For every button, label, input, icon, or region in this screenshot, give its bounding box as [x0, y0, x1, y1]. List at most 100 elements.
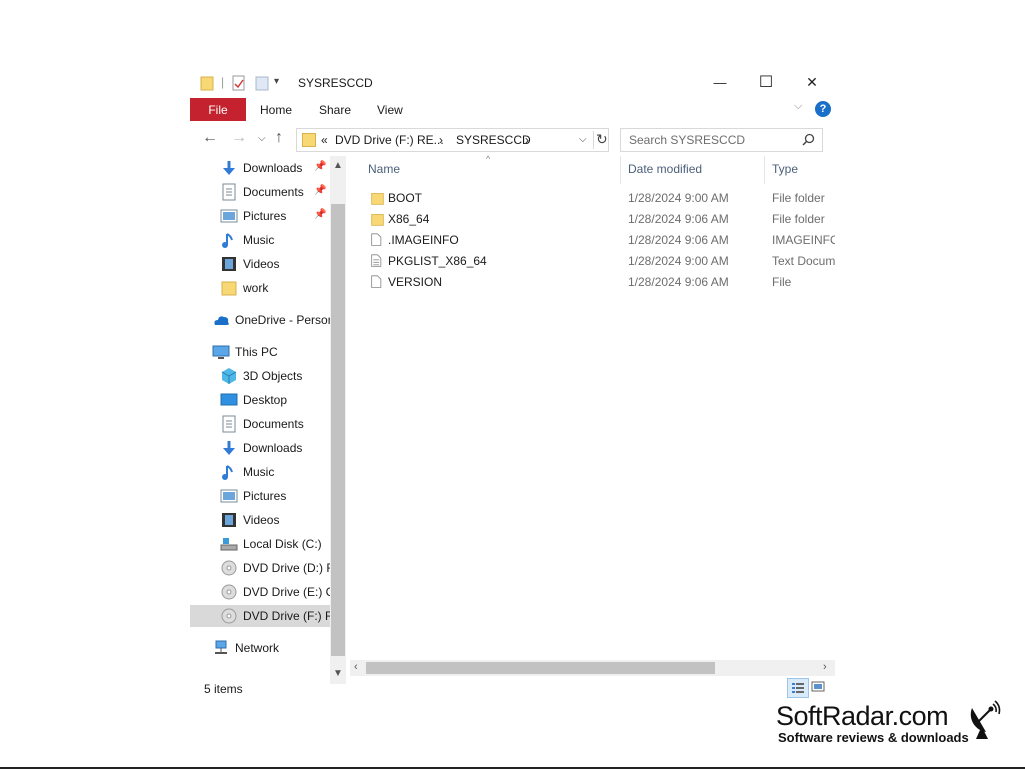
- scroll-up-icon[interactable]: ▲: [333, 160, 343, 171]
- close-icon: ✕: [806, 73, 818, 90]
- properties-icon[interactable]: [232, 75, 246, 91]
- videos-icon: [222, 257, 236, 271]
- sidebar-item-label: work: [243, 281, 269, 295]
- sidebar-item[interactable]: This PC: [190, 341, 330, 363]
- minimize-button[interactable]: —: [697, 66, 743, 98]
- pin-icon[interactable]: 📌: [314, 161, 326, 172]
- sidebar-item[interactable]: DVD Drive (D:) R: [190, 557, 335, 579]
- scroll-down-icon[interactable]: ▼: [333, 668, 343, 679]
- pin-icon[interactable]: 📌: [314, 185, 326, 196]
- pin-icon[interactable]: 📌: [314, 209, 326, 220]
- sidebar-item[interactable]: 3D Objects: [190, 365, 330, 387]
- dvd-drive-icon: [221, 584, 237, 600]
- content-scroll-thumb[interactable]: [366, 662, 715, 674]
- address-dropdown-icon[interactable]: ⌵: [579, 134, 587, 145]
- sidebar-item[interactable]: Desktop: [190, 389, 330, 411]
- search-input[interactable]: Search SYSRESCCD: [629, 133, 745, 147]
- file-row[interactable]: .IMAGEINFO 1/28/2024 9:06 AM IMAGEINFO: [360, 230, 835, 251]
- sidebar-item[interactable]: Videos: [190, 509, 330, 531]
- column-divider[interactable]: [764, 156, 765, 184]
- sidebar-item[interactable]: Pictures: [190, 485, 330, 507]
- breadcrumb-separator[interactable]: ›: [439, 133, 443, 147]
- breadcrumb-sysresccd[interactable]: SYSRESCCD: [456, 133, 531, 147]
- sidebar-item[interactable]: Music: [190, 461, 330, 483]
- breadcrumb-dvd-drive[interactable]: DVD Drive (F:) RE...: [335, 133, 444, 147]
- file-row[interactable]: BOOT 1/28/2024 9:00 AM File folder: [360, 188, 835, 209]
- window-title: SYSRESCCD: [298, 76, 373, 90]
- file-row[interactable]: VERSION 1/28/2024 9:06 AM File: [360, 272, 835, 293]
- dvd-drive-icon: [221, 608, 237, 624]
- file-name: PKGLIST_X86_64: [388, 254, 487, 268]
- content-scrollbar[interactable]: ‹ ›: [350, 660, 835, 676]
- recent-locations-icon[interactable]: ⌵: [258, 133, 266, 144]
- sidebar-item[interactable]: Music: [190, 229, 330, 251]
- network-icon: [215, 640, 227, 654]
- sidebar-item-label: Downloads: [243, 161, 303, 175]
- sidebar-item[interactable]: Downloads: [190, 437, 330, 459]
- breadcrumb-separator[interactable]: ›: [525, 133, 529, 147]
- maximize-button[interactable]: ☐: [743, 66, 789, 98]
- sidebar-item[interactable]: work: [190, 277, 330, 299]
- file-date-modified: 1/28/2024 9:06 AM: [628, 212, 729, 226]
- up-button[interactable]: ↑: [275, 129, 283, 147]
- address-bar[interactable]: « DVD Drive (F:) RE... › SYSRESCCD › ⌵ ↻: [296, 128, 609, 152]
- text-file-icon: [371, 254, 382, 267]
- sidebar-item[interactable]: Local Disk (C:): [190, 533, 330, 555]
- sidebar-item[interactable]: Pictures 📌: [190, 205, 330, 227]
- address-overflow-icon[interactable]: «: [321, 133, 328, 147]
- file-row[interactable]: PKGLIST_X86_64 1/28/2024 9:00 AM Text Docu…: [360, 251, 835, 272]
- forward-button[interactable]: →: [231, 129, 247, 147]
- file-name: X86_64: [388, 212, 430, 226]
- tab-home[interactable]: Home: [260, 103, 292, 117]
- sidebar-item-label: DVD Drive (F:) RE: [243, 609, 342, 623]
- music-icon: [222, 465, 233, 480]
- 3d-objects-icon: [221, 368, 237, 384]
- folder-icon: [371, 214, 384, 226]
- back-button[interactable]: ←: [202, 129, 218, 147]
- nav-scrollbar[interactable]: ▲ ▼: [330, 156, 346, 684]
- new-folder-icon[interactable]: [255, 75, 269, 91]
- folder-icon: [200, 76, 214, 91]
- column-date-modified[interactable]: Date modified: [628, 162, 702, 176]
- details-view-icon: [792, 683, 804, 693]
- sidebar-item-label: Videos: [243, 513, 280, 527]
- sidebar-item[interactable]: Documents: [190, 413, 330, 435]
- file-row[interactable]: X86_64 1/28/2024 9:06 AM File folder: [360, 209, 835, 230]
- sidebar-item[interactable]: Videos: [190, 253, 330, 275]
- tab-view[interactable]: View: [377, 103, 403, 117]
- pictures-icon: [220, 489, 238, 503]
- sidebar-item-label: Desktop: [243, 393, 288, 407]
- file-date-modified: 1/28/2024 9:00 AM: [628, 191, 729, 205]
- expand-ribbon-icon[interactable]: ⌵: [794, 100, 802, 113]
- column-divider[interactable]: [620, 156, 621, 184]
- file-type: IMAGEINFO: [772, 233, 835, 247]
- column-name[interactable]: Name: [368, 162, 400, 176]
- large-icons-view-icon: [811, 681, 825, 692]
- document-icon: [222, 415, 236, 433]
- sidebar-item[interactable]: Documents 📌: [190, 181, 330, 203]
- sidebar-item[interactable]: DVD Drive (F:) RE: [190, 605, 342, 627]
- file-name: BOOT: [388, 191, 423, 205]
- sidebar-item[interactable]: OneDrive - Persor: [190, 309, 332, 331]
- softradar-tagline: Software reviews & downloads: [778, 730, 969, 745]
- search-box[interactable]: Search SYSRESCCD: [620, 128, 823, 152]
- close-button[interactable]: ✕: [789, 66, 835, 98]
- tab-share[interactable]: Share: [319, 103, 351, 117]
- sidebar-item-label: Pictures: [243, 489, 287, 503]
- sidebar-item[interactable]: DVD Drive (E:) Cl: [190, 581, 337, 603]
- customize-quick-access-icon[interactable]: ▾: [274, 76, 279, 87]
- scroll-left-icon[interactable]: ‹: [354, 661, 358, 673]
- folder-icon: [371, 193, 384, 205]
- sidebar-item[interactable]: Downloads 📌: [190, 157, 330, 179]
- sidebar-item[interactable]: Network: [190, 637, 330, 659]
- tab-file[interactable]: File: [190, 98, 246, 121]
- softradar-logo-text: SoftRadar.com: [776, 701, 949, 731]
- scroll-right-icon[interactable]: ›: [823, 661, 827, 673]
- column-type[interactable]: Type: [772, 162, 798, 176]
- help-icon[interactable]: ?: [815, 101, 831, 117]
- nav-scroll-thumb[interactable]: [331, 204, 345, 656]
- details-view-button[interactable]: [787, 678, 809, 698]
- refresh-icon[interactable]: ↻: [593, 131, 608, 149]
- sidebar-item-label: Network: [235, 641, 280, 655]
- large-icons-view-button[interactable]: [810, 678, 830, 696]
